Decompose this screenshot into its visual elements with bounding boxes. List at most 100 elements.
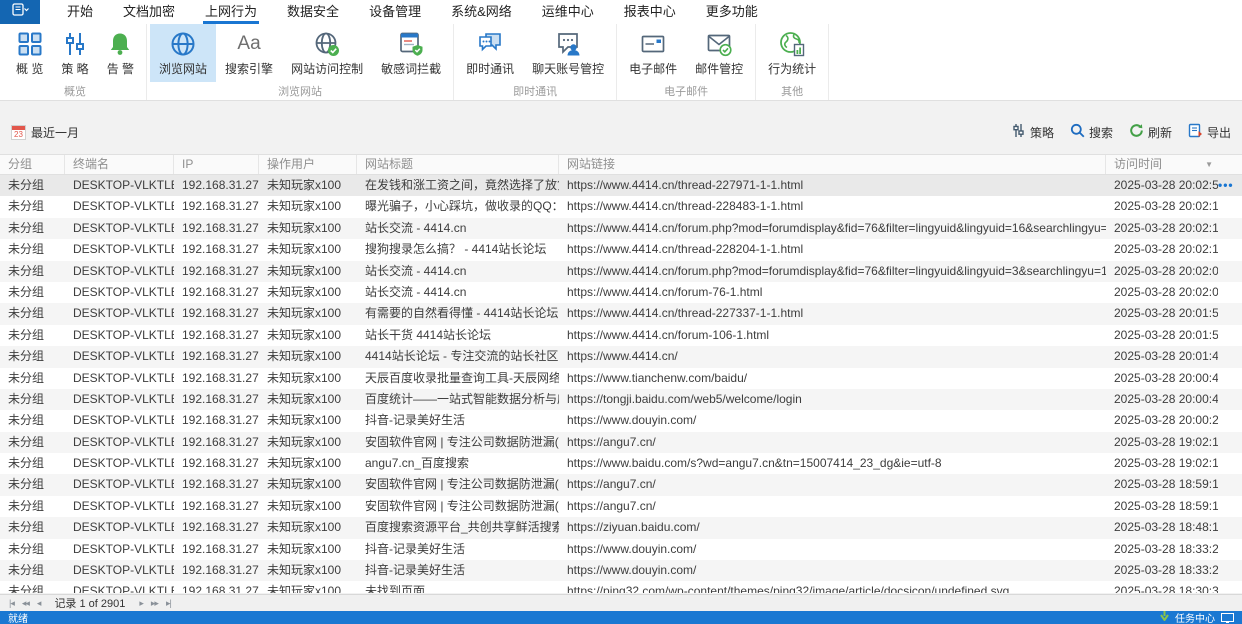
export-button[interactable]: 导出 <box>1188 123 1231 141</box>
cell-title: 安固软件官网 | 专注公司数据防泄漏(DLP)，... <box>365 434 559 449</box>
ribbon-button-email[interactable]: 电子邮件 <box>620 24 686 82</box>
table-row[interactable]: 未分组 DESKTOP-VLKTLE1 192.168.31.27 未知玩家x100 安… <box>0 474 1242 496</box>
cell-title: 抖音-记录美好生活 <box>365 563 465 578</box>
cell-group: 未分组 <box>8 327 45 342</box>
table-row[interactable]: 未分组 DESKTOP-VLKTLE1 192.168.31.27 未知玩家x100 站… <box>0 217 1242 240</box>
table-row[interactable]: 未分组 DESKTOP-VLKTLE1 192.168.31.27 未知玩家x100 安… <box>0 431 1242 454</box>
column-header-label: 网站标题 <box>365 157 414 171</box>
table-row[interactable]: 未分组 DESKTOP-VLKTLE1 192.168.31.27 未知玩家x100 抖… <box>0 538 1242 561</box>
ribbon-button-website-access-control[interactable]: 网站访问控制 <box>282 24 372 82</box>
table-row[interactable]: 未分组 DESKTOP-VLKTLE1 192.168.31.27 未知玩家x100 天… <box>0 367 1242 389</box>
menu-tabs: 开始 文档加密 上网行为 数据安全 设备管理 系统&网络 运维中心 报表中心 更多功能 <box>52 0 773 24</box>
app-menu-button[interactable] <box>0 0 40 24</box>
task-center-button[interactable]: 任务中心 <box>1175 610 1215 624</box>
refresh-button[interactable]: 刷新 <box>1129 123 1172 141</box>
ribbon-button-label: 搜索引擎 <box>225 62 274 76</box>
policy-button-label: 策略 <box>1029 125 1054 140</box>
column-header-title[interactable]: 网站标题 <box>357 155 559 174</box>
grid-icon <box>16 30 43 57</box>
table-row[interactable]: 未分组 DESKTOP-VLKTLE1 192.168.31.27 未知玩家x100 安… <box>0 495 1242 518</box>
ribbon-button-im[interactable]: 即时通讯 <box>457 24 523 82</box>
cell-ip: 192.168.31.27 <box>182 498 259 513</box>
ribbon-button-sensitive-word-block[interactable]: 敏感词拦截 <box>372 24 450 82</box>
menu-tab-label: 开始 <box>67 4 94 19</box>
table-header: 分组 终端名 IP 操作用户 网站标题 网站链接 访问时间 ▼ <box>0 154 1242 175</box>
cell-ip: 192.168.31.27 <box>182 327 259 342</box>
column-header-group[interactable]: 分组 <box>0 155 65 174</box>
aa-icon: Aa <box>237 33 261 54</box>
cell-url: https://www.4414.cn/ <box>567 349 678 364</box>
monitor-icon[interactable] <box>1221 613 1234 623</box>
table-row[interactable]: 未分组 DESKTOP-VLKTLE1 192.168.31.27 未知玩家x100 站… <box>0 260 1242 282</box>
cell-terminal: DESKTOP-VLKTLE1 <box>73 349 174 364</box>
menu-tab-system-network[interactable]: 系统&网络 <box>436 0 527 24</box>
table-row[interactable]: 未分组 DESKTOP-VLKTLE1 192.168.31.27 未知玩家x100 未… <box>0 581 1242 593</box>
table-row[interactable]: 未分组 DESKTOP-VLKTLE1 192.168.31.27 未知玩家x100 a… <box>0 453 1242 475</box>
ribbon-button-browse-website[interactable]: 浏览网站 <box>150 24 217 82</box>
nav-next-button[interactable]: ▸ <box>135 598 147 608</box>
cell-terminal: DESKTOP-VLKTLE1 <box>73 584 174 593</box>
column-header-label: IP <box>182 157 194 171</box>
bell-icon <box>107 30 134 57</box>
column-header-user[interactable]: 操作用户 <box>259 155 357 174</box>
column-filter-dropdown-icon[interactable]: ▼ <box>1205 155 1213 174</box>
ribbon-button-label: 策 略 <box>61 62 89 76</box>
nav-last-button[interactable]: ▸| <box>162 598 175 608</box>
table-row[interactable]: 未分组 DESKTOP-VLKTLE1 192.168.31.27 未知玩家x100 站… <box>0 324 1242 347</box>
nav-next-page-button[interactable]: ▸▸ <box>147 598 162 608</box>
menu-tab-report-center[interactable]: 报表中心 <box>609 0 691 24</box>
table-row[interactable]: 未分组 DESKTOP-VLKTLE1 192.168.31.27 未知玩家x100 抖… <box>0 560 1242 582</box>
nav-first-button[interactable]: |◂ <box>5 598 18 608</box>
menu-tab-start[interactable]: 开始 <box>52 0 108 24</box>
ribbon-button-search-engine[interactable]: Aa 搜索引擎 <box>216 24 282 82</box>
cell-group: 未分组 <box>8 541 45 556</box>
ribbon-button-alert[interactable]: 告 警 <box>98 24 143 82</box>
table-body: 未分组 DESKTOP-VLKTLE1 192.168.31.27 未知玩家x100 在… <box>0 175 1242 593</box>
menu-tab-label: 设备管理 <box>369 4 422 19</box>
cell-title: 百度统计——一站式智能数据分析与应用平台 <box>365 391 559 406</box>
table-row[interactable]: 未分组 DESKTOP-VLKTLE1 192.168.31.27 未知玩家x100 4… <box>0 346 1242 368</box>
menu-tab-doc-encrypt[interactable]: 文档加密 <box>108 0 190 24</box>
cell-title: 站长交流 - 4414.cn <box>365 220 467 235</box>
status-text: 就绪 <box>8 614 28 624</box>
column-header-terminal[interactable]: 终端名 <box>65 155 174 174</box>
doc-shield-icon <box>398 30 425 57</box>
ribbon-button-email-control[interactable]: 邮件管控 <box>686 24 752 82</box>
menu-tab-internet-behavior[interactable]: 上网行为 <box>190 0 272 24</box>
column-header-ip[interactable]: IP <box>174 155 259 174</box>
ribbon-button-behavior-stats[interactable]: 行为统计 <box>759 24 825 82</box>
ribbon-button-overview[interactable]: 概 览 <box>7 24 52 82</box>
table-row[interactable]: 未分组 DESKTOP-VLKTLE1 192.168.31.27 未知玩家x100 百… <box>0 388 1242 411</box>
cell-url: https://www.douyin.com/ <box>567 563 697 578</box>
menu-tab-ops-center[interactable]: 运维中心 <box>527 0 609 24</box>
search-button[interactable]: 搜索 <box>1070 123 1113 141</box>
menu-tab-device-management[interactable]: 设备管理 <box>354 0 436 24</box>
cell-ip: 192.168.31.27 <box>182 541 259 556</box>
menu-tab-data-security[interactable]: 数据安全 <box>272 0 354 24</box>
column-header-time[interactable]: 访问时间 ▼ <box>1106 155 1218 174</box>
nav-prev-button[interactable]: ◂ <box>33 598 45 608</box>
cell-url: https://www.4414.cn/forum-76-1.html <box>567 284 763 299</box>
table-row[interactable]: 未分组 DESKTOP-VLKTLE1 192.168.31.27 未知玩家x100 百… <box>0 517 1242 539</box>
cell-terminal: DESKTOP-VLKTLE1 <box>73 413 174 428</box>
cell-ip: 192.168.31.27 <box>182 242 259 257</box>
cell-group: 未分组 <box>8 413 45 428</box>
nav-prev-page-button[interactable]: ◂◂ <box>18 598 33 608</box>
cell-title: 曝光骗子，小心踩坑，做收录的QQ：28462... <box>365 199 559 214</box>
table-row[interactable]: 未分组 DESKTOP-VLKTLE1 192.168.31.27 未知玩家x100 搜… <box>0 239 1242 261</box>
table-row[interactable]: 未分组 DESKTOP-VLKTLE1 192.168.31.27 未知玩家x100 站… <box>0 281 1242 304</box>
menu-tab-more-features[interactable]: 更多功能 <box>691 0 773 24</box>
table-row[interactable]: 未分组 DESKTOP-VLKTLE1 192.168.31.27 未知玩家x100 抖… <box>0 410 1242 432</box>
content-area: 23 最近一月 策略 搜索 刷新 导出 分组 终端名 IP 操作用户 网站标题 网站链接 访问时间… <box>0 101 1242 594</box>
row-actions-button[interactable]: ••• <box>1218 175 1234 196</box>
table-row[interactable]: 未分组 DESKTOP-VLKTLE1 192.168.31.27 未知玩家x100 有… <box>0 303 1242 325</box>
policy-button[interactable]: 策略 <box>1011 123 1054 141</box>
table-row[interactable]: 未分组 DESKTOP-VLKTLE1 192.168.31.27 未知玩家x100 在… <box>0 175 1242 197</box>
column-header-url[interactable]: 网站链接 <box>559 155 1106 174</box>
date-range-filter[interactable]: 23 最近一月 <box>11 124 79 141</box>
date-range-label: 最近一月 <box>31 125 80 140</box>
ribbon-button-policy[interactable]: 策 略 <box>52 24 97 82</box>
table-row[interactable]: 未分组 DESKTOP-VLKTLE1 192.168.31.27 未知玩家x100 曝… <box>0 196 1242 218</box>
cell-time: 2025-03-28 18:33:25 <box>1114 563 1218 578</box>
ribbon-button-chat-account-control[interactable]: 聊天账号管控 <box>523 24 613 82</box>
